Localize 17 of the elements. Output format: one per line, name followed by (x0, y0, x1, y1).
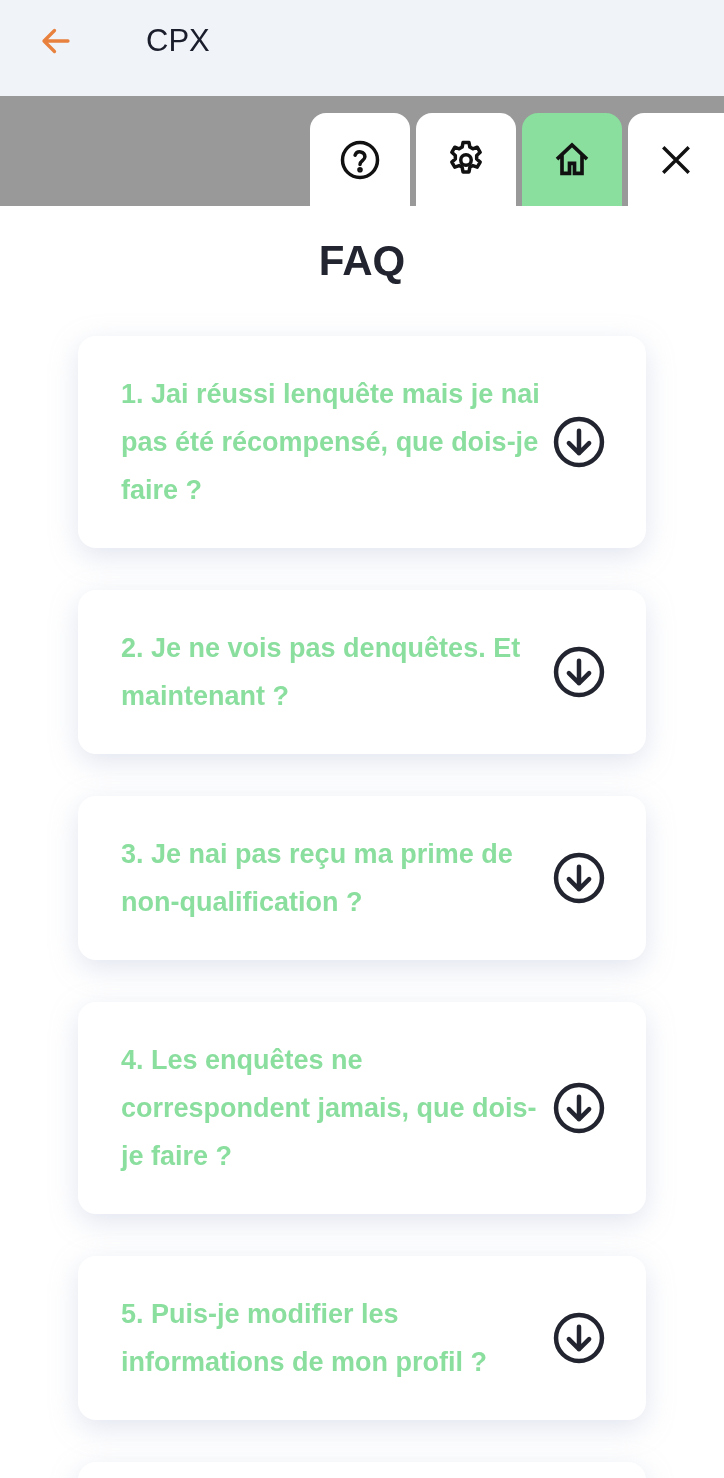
faq-card[interactable]: 2. Je ne vois pas denquêtes. Et maintenant ? (78, 590, 646, 755)
expand-button[interactable] (552, 1311, 606, 1366)
faq-question: 1. Jai réussi lenquête mais je nai pas été récompensé, que dois-je faire ? (121, 378, 541, 508)
app-title: CPX (146, 22, 210, 59)
faq-card[interactable]: 4. Les enquêtes ne correspondent jamais, que dois-je faire ? (78, 1002, 646, 1215)
faq-question: 5. Puis-je modifier les informations de mon profil ? (121, 1298, 488, 1380)
faq-question: 4. Les enquêtes ne correspondent jamais, que dois-je faire ? (121, 1044, 538, 1174)
faq-card[interactable]: 3. Je nai pas reçu ma prime de non-qualification ? (78, 796, 646, 961)
page-title: FAQ (318, 236, 406, 286)
expand-button[interactable] (552, 1081, 606, 1136)
expand-button[interactable] (552, 851, 606, 906)
faq-question: 3. Je nai pas reçu ma prime de non-qualification ? (121, 838, 514, 920)
faq-question: 2. Je ne vois pas denquêtes. Et maintenant ? (121, 632, 522, 714)
expand-button[interactable] (552, 415, 606, 470)
expand-button[interactable] (552, 645, 606, 700)
faq-card[interactable]: 1. Jai réussi lenquête mais je nai pas été récompensé, que dois-je faire ? (78, 336, 646, 549)
faq-card[interactable]: 5. Puis-je modifier les informations de mon profil ? (78, 1256, 646, 1421)
